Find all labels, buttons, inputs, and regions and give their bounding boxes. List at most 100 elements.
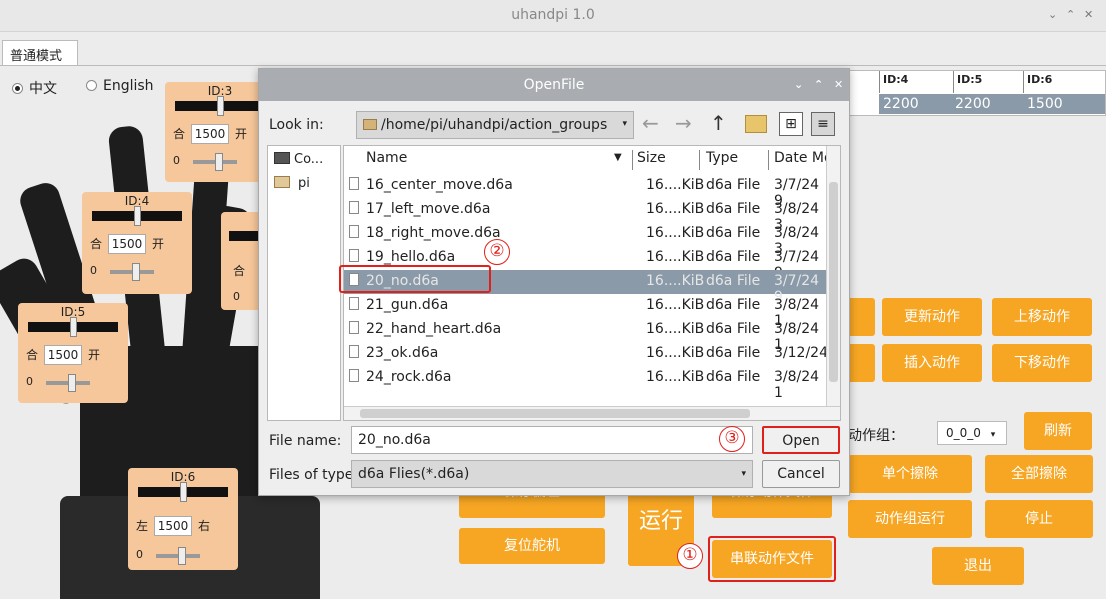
maximize-icon[interactable]: ⌃ (1066, 8, 1075, 21)
file-icon (349, 369, 359, 382)
open-file-dialog: OpenFile ⌄ ⌃ ✕ Look in: /home/pi/uhandpi… (258, 68, 850, 496)
servo-left-label: 合 (26, 348, 39, 362)
servo-deviation-handle[interactable] (132, 263, 140, 281)
servo-min-label: 0 (90, 264, 97, 277)
new-folder-icon[interactable] (745, 115, 767, 133)
table-header-id5: ID:5 (957, 73, 983, 86)
servo-card-4: ID:4 合 1500 开 0 (82, 192, 192, 294)
file-icon (349, 297, 359, 310)
files-of-type-select[interactable]: d6a Flies(*.d6a) ▾ (351, 460, 753, 488)
horizontal-scrollbar[interactable] (344, 406, 840, 420)
file-row[interactable]: 23_ok.d6a 16....KiB d6a File 3/12/24 (344, 342, 828, 366)
exit-button[interactable]: 退出 (932, 547, 1024, 585)
forward-arrow-icon[interactable]: → (675, 111, 692, 135)
servo-left-label: 合 (233, 264, 246, 278)
back-arrow-icon[interactable]: ← (642, 111, 659, 135)
scrollbar-thumb[interactable] (360, 409, 750, 418)
folder-icon (274, 176, 290, 188)
radio-english[interactable]: English (86, 78, 154, 94)
minimize-icon[interactable]: ⌄ (1048, 8, 1057, 21)
file-name-label: File name: (269, 433, 342, 449)
column-header-size[interactable]: Size (637, 150, 666, 166)
folder-icon (363, 119, 377, 130)
action-group-select[interactable]: 0_0_0 ▾ (937, 421, 1007, 445)
tab-divider (0, 65, 1106, 66)
insert-action-button[interactable]: 插入动作 (882, 344, 982, 382)
action-group-value: 0_0_0 (946, 426, 981, 440)
file-row[interactable]: 24_rock.d6a 16....KiB d6a File 3/8/24 1 (344, 366, 828, 401)
sidebar-item-label: Co... (294, 152, 324, 167)
detail-view-icon[interactable]: ≡ (811, 112, 835, 136)
annotation-step-2: ② (484, 239, 510, 265)
servo-card-6: ID:6 左 1500 右 0 (128, 468, 238, 570)
stop-button[interactable]: 停止 (985, 500, 1093, 538)
tab-normal-mode[interactable]: 普通模式 (2, 40, 78, 66)
open-button[interactable]: Open (762, 426, 840, 454)
dialog-maximize-icon[interactable]: ⌃ (814, 78, 823, 91)
servo-value-input[interactable]: 1500 (108, 234, 147, 254)
erase-all-button[interactable]: 全部擦除 (985, 455, 1093, 493)
cancel-button[interactable]: Cancel (762, 460, 840, 488)
servo-min-label: 0 (26, 375, 33, 388)
file-icon (349, 201, 359, 214)
sidebar-item-computer[interactable]: Co... (274, 152, 323, 167)
files-of-type-value: d6a Flies(*.d6a) (358, 466, 470, 482)
servo-deviation-handle[interactable] (178, 547, 186, 565)
file-icon (349, 321, 359, 334)
servo-min-label: 0 (136, 548, 143, 561)
move-down-button[interactable]: 下移动作 (992, 344, 1092, 382)
radio-dot-icon (86, 80, 97, 91)
servo-value-input[interactable]: 1500 (44, 345, 83, 365)
file-icon (349, 249, 359, 262)
file-icon (349, 345, 359, 358)
run-action-group-button[interactable]: 动作组运行 (848, 500, 972, 538)
servo-deviation-handle[interactable] (215, 153, 223, 171)
servo-value-input[interactable]: 1500 (154, 516, 193, 536)
column-header-date[interactable]: Date Mo (774, 150, 833, 166)
servo-slider-handle[interactable] (70, 317, 77, 337)
servo-left-label: 合 (90, 237, 103, 251)
scrollbar-thumb[interactable] (829, 182, 838, 382)
servo-slider-handle[interactable] (217, 96, 224, 116)
annotation-step-1: ① (677, 543, 703, 569)
reset-servo-button[interactable]: 复位舵机 (459, 528, 605, 564)
highlight-box-chain (708, 536, 836, 582)
vertical-scrollbar[interactable] (826, 146, 840, 420)
radio-english-label: English (103, 78, 154, 94)
up-arrow-icon[interactable]: ↑ (710, 111, 727, 135)
dialog-minimize-icon[interactable]: ⌄ (794, 78, 803, 91)
servo-deviation-handle[interactable] (68, 374, 76, 392)
table-cell: 2200 (955, 96, 991, 112)
file-row[interactable]: 17_left_move.d6a 16....KiB d6a File 3/8/24 … (344, 198, 828, 233)
files-of-type-label: Files of type: (269, 467, 359, 483)
update-action-button[interactable]: 更新动作 (882, 298, 982, 336)
action-table[interactable]: ID:4 ID:5 ID:6 2200 2200 1500 (848, 70, 1106, 116)
dialog-title-bar: OpenFile ⌄ ⌃ ✕ (259, 69, 849, 101)
servo-slider-handle[interactable] (180, 482, 187, 502)
radio-chinese[interactable]: 中文 (12, 78, 57, 98)
table-cell: 2200 (883, 96, 919, 112)
erase-single-button[interactable]: 单个擦除 (848, 455, 972, 493)
dialog-close-icon[interactable]: ✕ (834, 78, 843, 91)
list-view-icon[interactable]: ⊞ (779, 112, 803, 136)
file-row[interactable]: 16_center_move.d6a 16....KiB d6a File 3/7/2… (344, 174, 828, 209)
servo-slider-handle[interactable] (134, 206, 141, 226)
column-header-type[interactable]: Type (706, 150, 738, 166)
servo-left-label: 合 (173, 127, 186, 141)
servo-card-partial: 合 0 (221, 212, 261, 310)
action-group-label: 动作组： (848, 428, 904, 444)
servo-min-label: 0 (173, 154, 180, 167)
move-up-button[interactable]: 上移动作 (992, 298, 1092, 336)
look-in-select[interactable]: /home/pi/uhandpi/action_groups ▾ (356, 111, 634, 139)
sidebar-item-pi[interactable]: pi (274, 176, 310, 191)
chevron-down-icon: ▾ (622, 119, 627, 129)
file-row[interactable]: 21_gun.d6a 16....KiB d6a File 3/8/24 1 (344, 294, 828, 329)
servo-slider-track[interactable] (229, 231, 261, 241)
file-row[interactable]: 18_right_move.d6a 16....KiB d6a File 3/8/24… (344, 222, 828, 257)
file-row[interactable]: 22_hand_heart.d6a 16....KiB d6a File 3/8/24… (344, 318, 828, 353)
column-header-name[interactable]: Name (366, 150, 407, 166)
refresh-button[interactable]: 刷新 (1024, 412, 1092, 450)
servo-value-input[interactable]: 1500 (191, 124, 230, 144)
close-icon[interactable]: ✕ (1084, 8, 1093, 21)
file-name-input[interactable]: 20_no.d6a (351, 426, 753, 454)
